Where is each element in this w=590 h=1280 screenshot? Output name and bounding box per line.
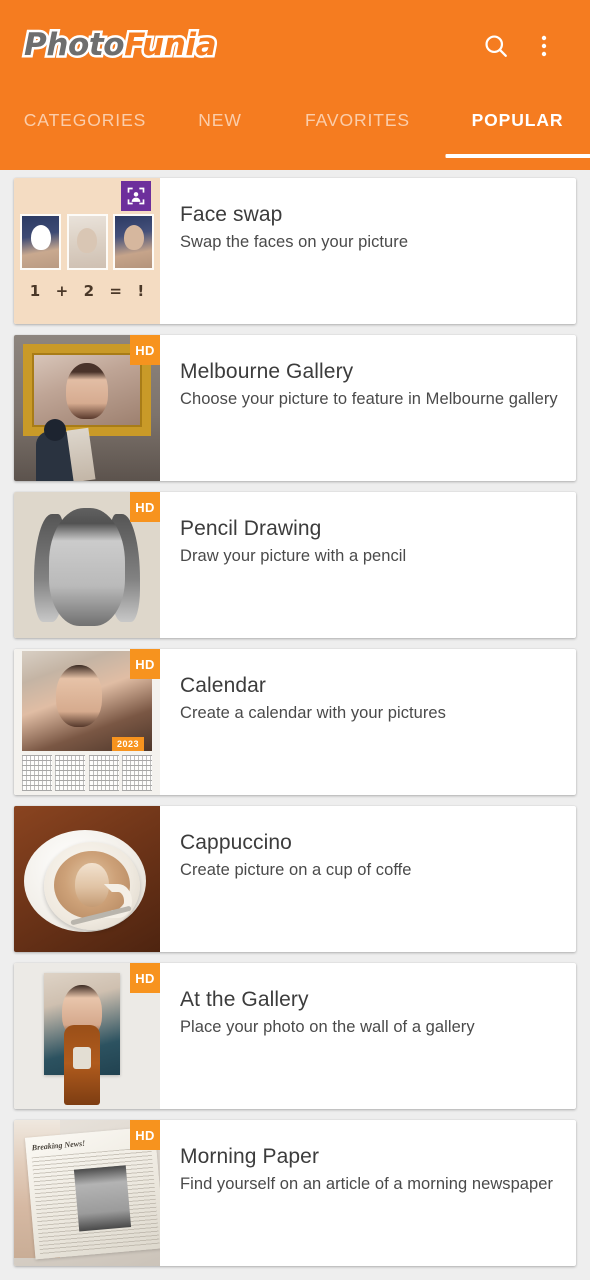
effect-subtitle: Create a calendar with your pictures xyxy=(180,704,446,722)
face-swap-photo-3 xyxy=(113,214,154,270)
calendar-year-label: 2023 xyxy=(111,737,144,751)
hd-badge: HD xyxy=(130,1120,160,1150)
hd-badge: HD xyxy=(130,963,160,993)
calendar-month-block xyxy=(55,755,86,791)
effect-title: Melbourne Gallery xyxy=(180,360,354,383)
effect-card-calendar[interactable]: 2023 HD Calendar Create a calendar with … xyxy=(14,649,576,795)
effect-title: Morning Paper xyxy=(180,1145,320,1168)
face-swap-equation-token-1: 1 xyxy=(29,282,41,300)
effect-thumbnail-calendar: 2023 HD xyxy=(14,649,160,795)
tab-new[interactable]: NEW xyxy=(170,92,270,170)
effect-thumbnail-at-the-gallery: HD xyxy=(14,963,160,1109)
effect-subtitle: Place your photo on the wall of a galler… xyxy=(180,1018,475,1036)
effect-card-cappuccino[interactable]: Cappuccino Create picture on a cup of co… xyxy=(14,806,576,952)
coffee-saucer xyxy=(24,830,146,932)
effect-title: Cappuccino xyxy=(180,831,292,854)
portrait-face xyxy=(56,665,102,727)
face-swap-equation-token-3: 2 xyxy=(83,282,94,300)
effect-card-pencil-drawing[interactable]: HD Pencil Drawing Draw your picture with… xyxy=(14,492,576,638)
effect-title: Face swap xyxy=(180,203,283,226)
effect-info-calendar: Calendar Create a calendar with your pic… xyxy=(160,649,576,795)
tab-favorites[interactable]: FAVORITES xyxy=(270,92,445,170)
active-tab-indicator xyxy=(445,154,590,158)
effect-info-morning-paper: Morning Paper Find yourself on an articl… xyxy=(160,1120,576,1266)
effect-list[interactable]: 1 + 2 = ! Face swap Swap the faces on yo… xyxy=(0,170,590,1266)
app-logo: PhotoFunia xyxy=(21,26,219,63)
face-swap-equation-token-4: = xyxy=(109,282,122,300)
tab-new-label: NEW xyxy=(198,109,242,130)
logo-text-funia: Funia xyxy=(122,26,219,63)
face-swap-photo-strip xyxy=(20,214,154,270)
face-detect-badge xyxy=(121,181,151,211)
effect-title: At the Gallery xyxy=(180,988,309,1011)
effect-info-pencil-drawing: Pencil Drawing Draw your picture with a … xyxy=(160,492,576,638)
hd-badge: HD xyxy=(130,492,160,522)
newspaper-article-photo xyxy=(73,1165,132,1232)
calendar-month-grid xyxy=(22,755,152,791)
portrait-face xyxy=(66,363,108,419)
face-swap-equation-token-5: ! xyxy=(137,282,145,300)
tab-bar: CATEGORIES NEW FAVORITES POPULAR xyxy=(0,92,590,170)
newspaper-headline: Breaking News! xyxy=(31,1138,86,1153)
effect-thumbnail-pencil-drawing: HD xyxy=(14,492,160,638)
effect-info-cappuccino: Cappuccino Create picture on a cup of co… xyxy=(160,806,576,952)
face-swap-equation-token-2: + xyxy=(55,282,69,300)
effect-card-melbourne-gallery[interactable]: HD Melbourne Gallery Choose your picture… xyxy=(14,335,576,481)
search-button[interactable] xyxy=(472,22,520,70)
effect-info-melbourne-gallery: Melbourne Gallery Choose your picture to… xyxy=(160,335,576,481)
app-bar: PhotoFunia CATEGORIES NEW FAVORITES POPU… xyxy=(0,0,590,170)
effect-card-face-swap[interactable]: 1 + 2 = ! Face swap Swap the faces on yo… xyxy=(14,178,576,324)
tab-popular[interactable]: POPULAR xyxy=(445,92,590,170)
effect-subtitle: Draw your picture with a pencil xyxy=(180,547,407,565)
face-detect-icon xyxy=(127,187,145,205)
more-vertical-icon xyxy=(541,35,547,57)
effect-thumbnail-morning-paper: Breaking News! HD xyxy=(14,1120,160,1266)
effect-info-at-the-gallery: At the Gallery Place your photo on the w… xyxy=(160,963,576,1109)
tab-favorites-label: FAVORITES xyxy=(304,109,411,130)
logo-text-photo: Photo xyxy=(21,26,127,63)
effect-thumbnail-cappuccino xyxy=(14,806,160,952)
effect-info-face-swap: Face swap Swap the faces on your picture xyxy=(160,178,576,324)
effect-subtitle: Create picture on a cup of coffe xyxy=(180,861,412,879)
sketch-portrait-face xyxy=(49,508,125,626)
face-swap-equation: 1 + 2 = ! xyxy=(22,282,152,300)
effect-thumbnail-face-swap: 1 + 2 = ! xyxy=(14,178,160,324)
app-bar-top-row: PhotoFunia xyxy=(0,0,590,92)
face-result-icon xyxy=(123,225,144,250)
face-swap-photo-1 xyxy=(20,214,61,270)
face-placeholder-icon xyxy=(30,225,51,250)
tab-categories[interactable]: CATEGORIES xyxy=(0,92,170,170)
effect-title: Calendar xyxy=(180,674,267,697)
face-source-icon xyxy=(77,228,97,253)
search-icon xyxy=(485,35,507,57)
gallery-visitor-figure xyxy=(64,1025,100,1105)
hd-badge: HD xyxy=(130,649,160,679)
effect-card-morning-paper[interactable]: Breaking News! HD Morning Paper Find you… xyxy=(14,1120,576,1266)
effect-subtitle: Choose your picture to feature in Melbou… xyxy=(180,390,558,408)
effect-card-at-the-gallery[interactable]: HD At the Gallery Place your photo on th… xyxy=(14,963,576,1109)
tab-popular-label: POPULAR xyxy=(471,109,564,130)
overflow-menu-button[interactable] xyxy=(520,22,568,70)
effect-subtitle: Find yourself on an article of a morning… xyxy=(180,1175,554,1193)
calendar-month-block xyxy=(122,755,152,791)
effect-thumbnail-melbourne-gallery: HD xyxy=(14,335,160,481)
calendar-month-block xyxy=(22,755,52,791)
effect-title: Pencil Drawing xyxy=(180,517,322,540)
tab-categories-label: CATEGORIES xyxy=(23,109,147,130)
calendar-month-block xyxy=(88,755,119,791)
effect-subtitle: Swap the faces on your picture xyxy=(180,233,409,251)
hd-badge: HD xyxy=(130,335,160,365)
face-swap-photo-2 xyxy=(66,214,108,270)
